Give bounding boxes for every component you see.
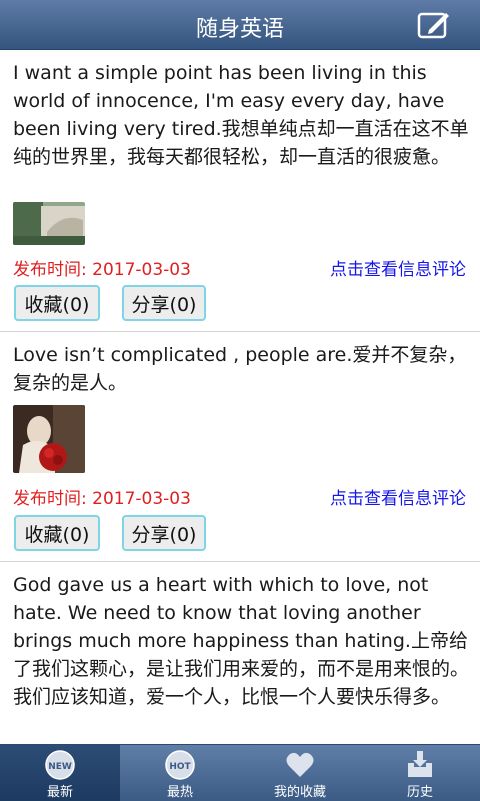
tab-label: 最新 bbox=[46, 785, 73, 800]
bottom-tab-bar: NEW 最新 HOT 最热 我的收藏 历史 bbox=[0, 744, 480, 801]
share-button[interactable]: 分享(0) bbox=[122, 515, 206, 551]
tab-label: 我的收藏 bbox=[273, 785, 326, 800]
edit-icon bbox=[417, 12, 449, 39]
post-text: God gave us a heart with which to love, … bbox=[13, 574, 470, 708]
tab-badge: NEW bbox=[48, 762, 72, 772]
hot-icon: HOT bbox=[165, 750, 195, 780]
post-date: 发布时间: 2017-03-03 bbox=[13, 260, 191, 280]
collect-button[interactable]: 收藏(0) bbox=[14, 515, 100, 551]
tab-label: 历史 bbox=[406, 785, 433, 800]
post-thumbnail[interactable] bbox=[13, 202, 85, 245]
post-text: I want a simple point has been living in… bbox=[13, 62, 469, 168]
share-button[interactable]: 分享(0) bbox=[122, 285, 206, 321]
new-icon: NEW bbox=[45, 750, 75, 780]
tab-history[interactable]: 历史 bbox=[360, 745, 480, 801]
post-text: Love isn’t complicated , people are.爱并不复… bbox=[13, 344, 467, 394]
tab-label: 最热 bbox=[166, 785, 193, 800]
post-item: God gave us a heart with which to love, … bbox=[0, 562, 480, 744]
post-date: 发布时间: 2017-03-03 bbox=[13, 489, 191, 509]
view-comments-link[interactable]: 点击查看信息评论 bbox=[330, 255, 466, 280]
tab-hot[interactable]: HOT 最热 bbox=[120, 745, 240, 801]
tab-badge: HOT bbox=[169, 762, 191, 772]
heart-icon bbox=[286, 752, 314, 777]
edit-button[interactable] bbox=[416, 9, 452, 41]
view-comments-link[interactable]: 点击查看信息评论 bbox=[330, 484, 466, 509]
post-item: I want a simple point has been living in… bbox=[0, 50, 480, 332]
tab-favorites[interactable]: 我的收藏 bbox=[240, 745, 360, 801]
app-header: 随身英语 bbox=[0, 0, 480, 50]
page-title: 随身英语 bbox=[195, 17, 284, 42]
post-item: Love isn’t complicated , people are.爱并不复… bbox=[0, 332, 480, 562]
post-thumbnail[interactable] bbox=[13, 405, 85, 473]
collect-button[interactable]: 收藏(0) bbox=[14, 285, 100, 321]
tab-latest[interactable]: NEW 最新 bbox=[0, 745, 120, 801]
post-feed[interactable]: I want a simple point has been living in… bbox=[0, 50, 480, 744]
history-icon bbox=[408, 751, 432, 777]
